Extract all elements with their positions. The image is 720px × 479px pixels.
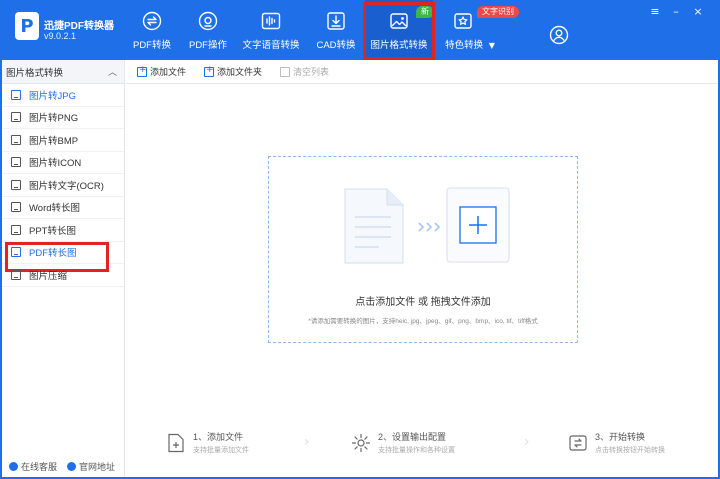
trash-icon <box>280 66 291 77</box>
nav-label: PDF操作 <box>188 40 227 51</box>
add-document-icon <box>168 433 184 452</box>
sidebar-item-image-to-text[interactable]: 图片转文字(OCR) <box>2 174 124 197</box>
app-logo: P <box>15 12 39 40</box>
waveform-icon <box>261 11 281 31</box>
nav-image-convert[interactable]: 图片格式转换 新 <box>363 0 435 60</box>
user-icon[interactable] <box>549 25 569 45</box>
sidebar-title: 图片格式转换 <box>6 67 64 79</box>
sidebar-header[interactable]: 图片格式转换 ︿ <box>2 60 124 84</box>
sidebar-item-pdf-to-long-image[interactable]: PDF转长图 <box>2 241 124 271</box>
image-icon <box>389 11 409 31</box>
support-label: 在线客服 <box>21 461 58 472</box>
nav-label-text: 特色转换 <box>445 40 484 51</box>
sidebar-item-image-compress[interactable]: 图片压缩 <box>2 264 124 287</box>
website-label: 官网地址 <box>79 461 116 472</box>
steps-guide: 1、添加文件 支持批量添加文件 › 2、设置输出配置 支持批量操作和各种设置 ›… <box>126 424 718 464</box>
document-to-add-illustration <box>344 187 510 264</box>
step-title: 2、设置输出配置 <box>378 432 447 442</box>
nav-text-speech[interactable]: 文字语音转换 <box>242 0 300 60</box>
nav-special-convert[interactable]: 特色转换 ▼ 文字识别 <box>442 0 519 60</box>
chevron-up-icon[interactable]: ︿ <box>108 65 117 78</box>
step-add-file: 1、添加文件 支持批量添加文件 <box>166 430 249 455</box>
sidebar-item-label: Word转长图 <box>29 203 81 215</box>
chevron-right-icon: › <box>524 434 530 450</box>
image-file-icon <box>11 112 21 123</box>
nav-pdf-ops[interactable]: PDF操作 <box>186 0 230 60</box>
step-desc: 支持批量添加文件 <box>193 447 249 454</box>
sidebar-item-image-to-icon[interactable]: 图片转ICON <box>2 152 124 174</box>
sidebar-item-label: PDF转长图 <box>29 248 77 260</box>
nav-label: 特色转换 ▼ <box>445 37 495 51</box>
clear-list-label: 清空列表 <box>293 67 330 77</box>
star-box-icon <box>453 11 473 31</box>
app-name: 迅捷PDF转换器 <box>44 21 114 32</box>
sidebar-item-image-to-bmp[interactable]: 图片转BMP <box>2 129 124 152</box>
logo-letter: P <box>20 15 34 37</box>
globe-icon <box>67 461 77 471</box>
title-bar: P 迅捷PDF转换器 v9.0.2.1 PDF转换 PDF操作 文字语音转换 C… <box>0 0 720 60</box>
ocr-badge: 文字识别 <box>477 6 519 18</box>
minimize-button[interactable]: – <box>669 4 683 18</box>
file-drop-zone[interactable]: 点击添加文件 或 拖拽文件添加 *请添加需要转换的图片，支持heic, jpg、… <box>268 156 578 343</box>
online-support-link[interactable]: 在线客服 <box>9 460 57 473</box>
step-settings: 2、设置输出配置 支持批量操作和各种设置 <box>351 430 455 455</box>
clear-list-button[interactable]: 清空列表 <box>280 65 329 78</box>
new-badge: 新 <box>416 6 434 18</box>
add-file-button[interactable]: 添加文件 <box>137 65 186 78</box>
convert-cycle-icon <box>569 434 587 451</box>
word-file-icon <box>11 202 21 213</box>
image-file-icon <box>11 134 21 145</box>
sidebar-item-label: 图片转ICON <box>29 158 82 170</box>
nav-label: 图片格式转换 <box>370 40 428 51</box>
compress-icon <box>11 269 21 280</box>
add-folder-button[interactable]: 添加文件夹 <box>204 65 262 78</box>
toolbar: 添加文件 添加文件夹 清空列表 <box>126 60 718 84</box>
add-file-label: 添加文件 <box>150 67 187 77</box>
step-title: 3、开始转换 <box>595 432 646 442</box>
step-title: 1、添加文件 <box>193 432 244 442</box>
sidebar-item-ppt-to-long-image[interactable]: PPT转长图 <box>2 219 124 242</box>
settings-gear-icon <box>351 433 371 452</box>
swap-icon <box>142 11 162 31</box>
cad-download-icon <box>326 11 346 31</box>
sidebar-list: 图片转JPG 图片转PNG 图片转BMP 图片转ICON 图片转文字(OCR) … <box>2 84 124 287</box>
sidebar-item-label: PPT转长图 <box>29 225 76 237</box>
step-start-convert: 3、开始转换 点击转换按钮开始转换 <box>568 430 665 455</box>
nav-cad-convert[interactable]: CAD转换 <box>314 0 358 60</box>
nav-label: 文字语音转换 <box>242 40 300 51</box>
image-file-icon <box>11 89 21 100</box>
sidebar-footer: 在线客服 官网地址 <box>2 455 125 477</box>
image-file-icon <box>11 157 21 168</box>
drop-zone-subtitle: *请添加需要转换的图片，支持heic, jpg、jpeg、gif、png、bmp… <box>308 318 538 325</box>
text-recognition-icon <box>11 179 21 190</box>
sidebar-item-label: 图片压缩 <box>29 270 68 282</box>
pdf-file-icon <box>11 247 21 258</box>
add-folder-label: 添加文件夹 <box>217 67 263 77</box>
app-version: v9.0.2.1 <box>44 31 77 41</box>
nav-label: PDF转换 <box>132 40 171 51</box>
nav-label: CAD转换 <box>316 40 356 51</box>
menu-icon[interactable]: ≡ <box>648 4 662 18</box>
chevron-down-icon: ▼ <box>488 41 495 50</box>
chevron-right-icon: › <box>304 434 310 450</box>
sidebar: 图片格式转换 ︿ 图片转JPG 图片转PNG 图片转BMP 图片转ICON 图片… <box>2 60 125 477</box>
support-icon <box>9 461 18 471</box>
close-button[interactable]: × <box>691 4 705 18</box>
sidebar-item-label: 图片转PNG <box>29 113 79 125</box>
drop-zone-title: 点击添加文件 或 拖拽文件添加 <box>355 297 491 308</box>
sidebar-item-image-to-jpg[interactable]: 图片转JPG <box>2 84 124 107</box>
sidebar-item-label: 图片转文字(OCR) <box>29 180 104 192</box>
sidebar-item-label: 图片转BMP <box>29 135 79 147</box>
ppt-file-icon <box>11 224 21 235</box>
gear-doc-icon <box>198 11 218 31</box>
sidebar-item-word-to-long-image[interactable]: Word转长图 <box>2 197 124 219</box>
add-file-icon <box>137 65 147 77</box>
step-desc: 支持批量操作和各种设置 <box>378 447 455 454</box>
website-link[interactable]: 官网地址 <box>67 460 115 473</box>
add-folder-icon <box>204 65 215 77</box>
step-desc: 点击转换按钮开始转换 <box>595 447 665 454</box>
nav-pdf-convert[interactable]: PDF转换 <box>130 0 174 60</box>
sidebar-item-image-to-png[interactable]: 图片转PNG <box>2 107 124 129</box>
sidebar-item-label: 图片转JPG <box>29 90 76 102</box>
